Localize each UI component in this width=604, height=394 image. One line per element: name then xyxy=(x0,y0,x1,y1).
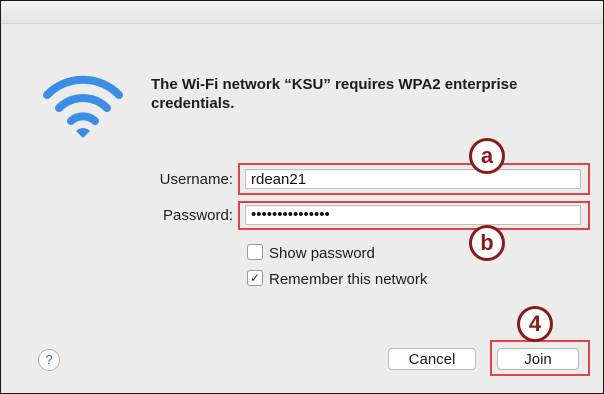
help-button[interactable]: ? xyxy=(38,349,60,371)
join-highlight xyxy=(490,340,590,376)
title-bar xyxy=(1,1,603,24)
annotation-badge-a: a xyxy=(469,138,505,174)
password-highlight xyxy=(238,201,590,230)
username-label: Username: xyxy=(159,171,233,188)
show-password-checkbox[interactable] xyxy=(247,244,263,261)
remember-network-row[interactable]: ✓ Remember this network xyxy=(247,270,428,289)
annotation-badge-4: 4 xyxy=(517,306,553,342)
show-password-label: Show password xyxy=(269,245,375,262)
dialog-message: The Wi-Fi network “KSU” requires WPA2 en… xyxy=(151,76,518,112)
password-label: Password: xyxy=(162,207,233,224)
remember-network-checkbox[interactable]: ✓ xyxy=(247,270,263,287)
remember-network-label: Remember this network xyxy=(269,271,428,288)
cancel-button[interactable]: Cancel xyxy=(388,348,476,370)
annotation-badge-b: b xyxy=(469,225,505,261)
wifi-credentials-dialog: The Wi-Fi network “KSU” requires WPA2 en… xyxy=(0,0,604,394)
username-highlight xyxy=(238,163,590,195)
show-password-row[interactable]: Show password xyxy=(247,244,375,263)
wifi-icon xyxy=(43,75,123,138)
